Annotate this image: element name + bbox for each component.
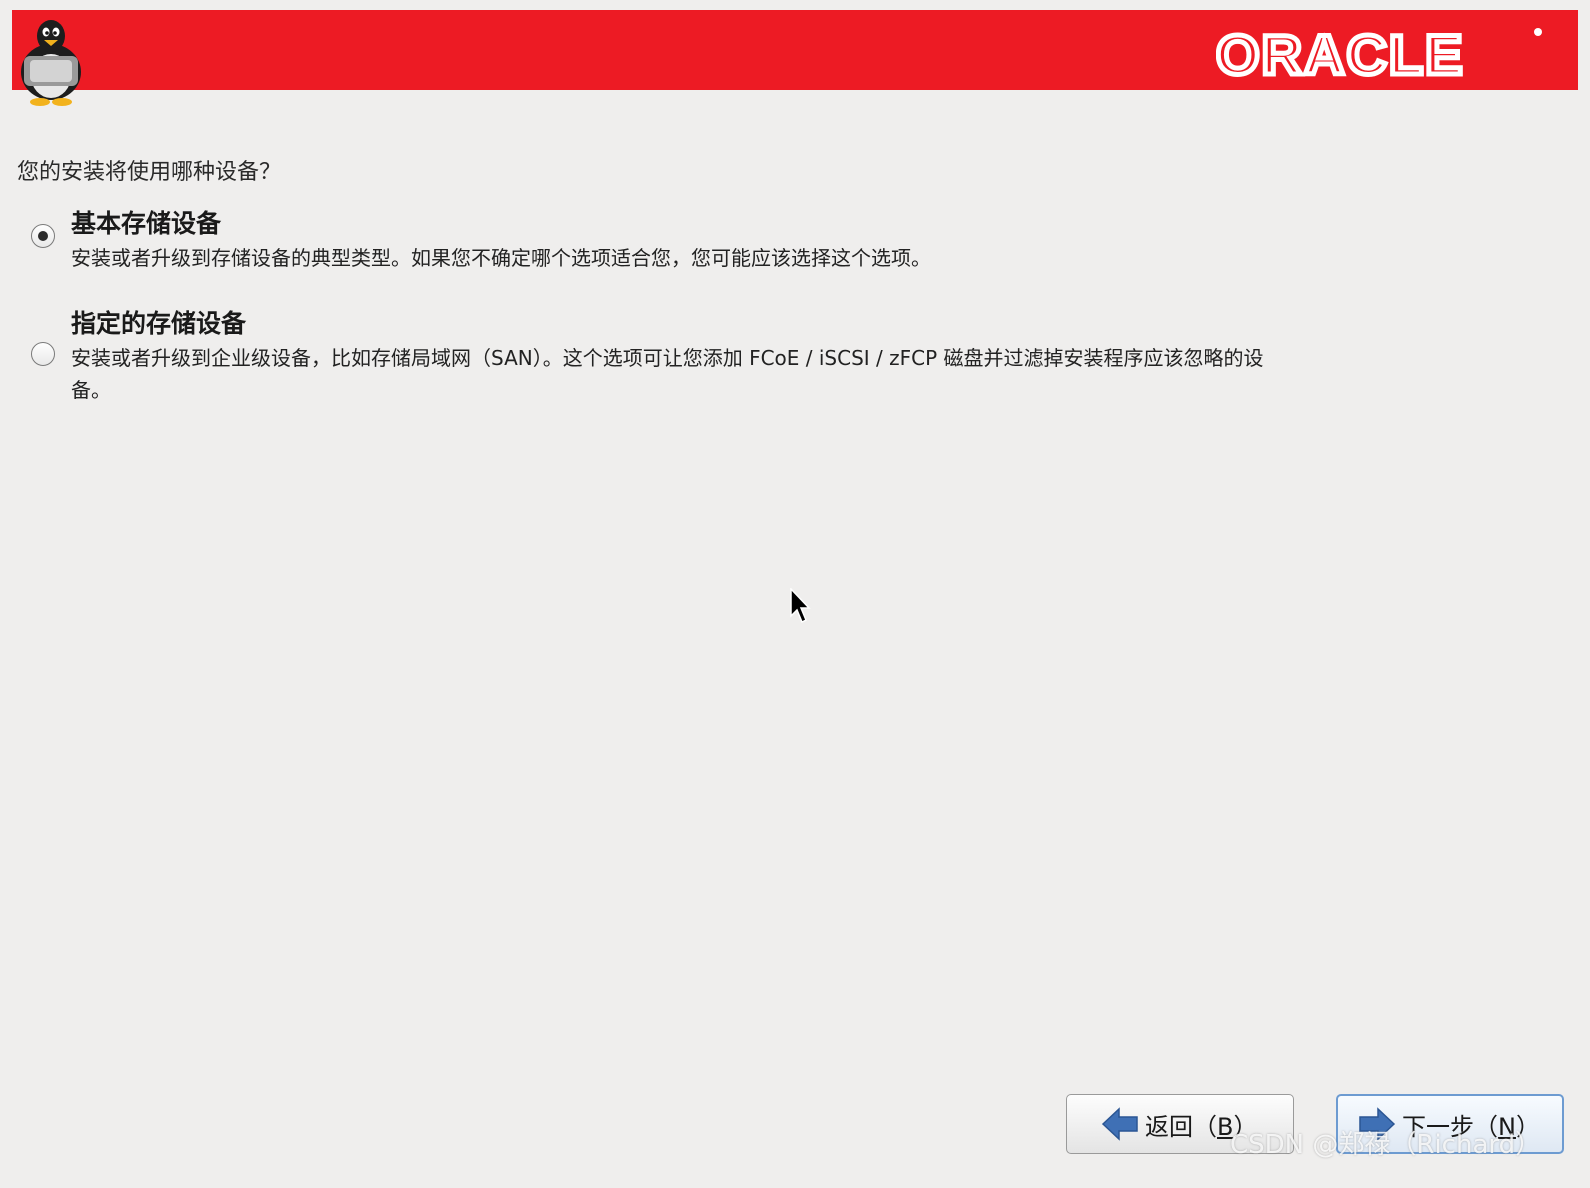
header-banner: ORACLE <box>12 10 1578 90</box>
back-button[interactable]: 返回（B） <box>1066 1094 1294 1154</box>
next-button[interactable]: 下一步（N） <box>1336 1094 1564 1154</box>
option-title[interactable]: 基本存储设备 <box>71 204 221 240</box>
tux-penguin-icon <box>21 20 81 106</box>
radio-selected-dot <box>38 231 48 241</box>
radio-specialized-storage[interactable] <box>31 342 55 366</box>
installer-page: ORACLE 您的安装将使用哪种设备？ 基本存储设备 安装或者升级到存储设备的典… <box>0 0 1590 1188</box>
radio-basic-storage[interactable] <box>31 224 55 248</box>
oracle-logo: ORACLE <box>1216 22 1542 82</box>
mouse-pointer-icon <box>790 588 811 624</box>
option-description: 安装或者升级到企业级设备，比如存储局域网（SAN）。这个选项可让您添加 FCoE… <box>71 346 1264 402</box>
next-button-label: 下一步（N） <box>1402 1112 1540 1141</box>
option-description: 安装或者升级到存储设备的典型类型。如果您不确定哪个选项适合您，您可能应该选择这个… <box>71 246 931 270</box>
option-title[interactable]: 指定的存储设备 <box>71 304 246 340</box>
device-question: 您的安装将使用哪种设备？ <box>17 160 282 185</box>
back-button-label: 返回（B） <box>1145 1112 1258 1141</box>
svg-text:ORACLE: ORACLE <box>1216 23 1464 82</box>
arrow-left-icon <box>1101 1107 1138 1141</box>
arrow-right-icon <box>1359 1107 1396 1141</box>
